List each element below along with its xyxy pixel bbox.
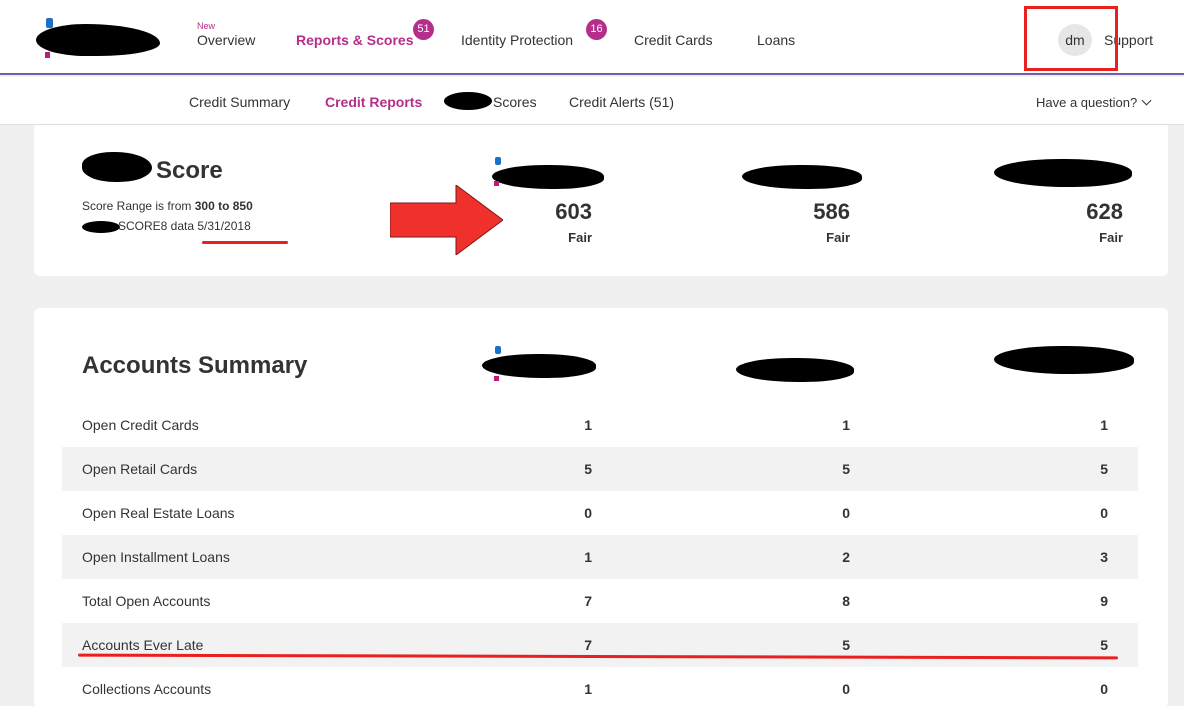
row-value: 7 — [584, 637, 592, 653]
table-row: Open Credit Cards 1 1 1 — [62, 403, 1138, 447]
row-value: 5 — [842, 461, 850, 477]
annotation-highlight-box — [1024, 6, 1118, 71]
row-label: Open Real Estate Loans — [82, 505, 235, 521]
row-value: 0 — [842, 505, 850, 521]
row-label: Open Installment Loans — [82, 549, 230, 565]
bureau-1-rating: Fair — [568, 230, 592, 245]
redaction-blot — [82, 152, 152, 182]
row-value: 5 — [584, 461, 592, 477]
row-value: 8 — [842, 593, 850, 609]
table-row: Total Open Accounts 7 8 9 — [62, 579, 1138, 623]
row-value: 1 — [584, 417, 592, 433]
logo-accent — [46, 18, 53, 28]
bureau-2-score: 586 — [813, 199, 850, 224]
row-value: 5 — [1100, 637, 1108, 653]
tab-credit-reports[interactable]: Credit Reports — [325, 94, 422, 110]
row-value: 5 — [842, 637, 850, 653]
score-data-date: SCORE8 data 5/31/2018 — [118, 219, 251, 233]
tab-credit-alerts[interactable]: Credit Alerts (51) — [569, 94, 674, 110]
bureau-logo-redacted — [742, 165, 862, 189]
score-range-prefix: Score Range is from — [82, 199, 195, 213]
redaction-blot — [444, 92, 492, 110]
score-range-value: 300 to 850 — [194, 199, 253, 213]
nav-credit-cards[interactable]: Credit Cards — [634, 32, 713, 48]
bureau-1-score: 603 — [555, 199, 592, 224]
identity-count-badge: 16 — [586, 19, 607, 40]
bureau-2-rating: Fair — [826, 230, 850, 245]
row-value: 0 — [842, 681, 850, 697]
bureau-logo-redacted — [492, 165, 604, 189]
brand-logo-redacted[interactable] — [36, 24, 160, 56]
accounts-summary-card: Accounts Summary Open Credit Cards 1 1 1… — [34, 308, 1168, 706]
row-value: 1 — [584, 681, 592, 697]
row-value: 0 — [1100, 681, 1108, 697]
sub-nav: Credit Summary Credit Reports Scores Cre… — [0, 77, 1184, 125]
have-question-label: Have a question? — [1036, 95, 1138, 110]
row-label: Collections Accounts — [82, 681, 212, 697]
bureau-logo-accent — [495, 346, 501, 354]
row-value: 5 — [1100, 461, 1108, 477]
score-card: Score Score Range is from 300 to 850 SCO… — [34, 125, 1168, 276]
table-row: Open Installment Loans 1 2 3 — [62, 535, 1138, 579]
table-row: Accounts Ever Late 7 5 5 — [62, 623, 1138, 667]
row-value: 2 — [842, 549, 850, 565]
row-value: 1 — [1100, 417, 1108, 433]
row-value: 3 — [1100, 549, 1108, 565]
bureau-logo-redacted — [482, 354, 596, 378]
table-row: Open Real Estate Loans 0 0 0 — [62, 491, 1138, 535]
bureau-logo-redacted — [736, 358, 854, 382]
row-value: 1 — [584, 549, 592, 565]
bureau-logo-accent — [495, 157, 501, 165]
annotation-arrow-icon — [390, 185, 503, 255]
nav-identity-protection[interactable]: Identity Protection — [461, 32, 573, 48]
bureau-logo-redacted — [994, 159, 1132, 187]
new-tag: New — [197, 21, 216, 31]
nav-reports-scores[interactable]: Reports & Scores — [296, 32, 413, 48]
redaction-blot — [82, 221, 120, 233]
row-value: 0 — [584, 505, 592, 521]
bureau-3-rating: Fair — [1099, 230, 1123, 245]
row-label: Open Retail Cards — [82, 461, 198, 477]
score-card-title: Score — [156, 157, 223, 184]
logo-accent — [45, 52, 50, 58]
table-row: Collections Accounts 1 0 0 — [62, 667, 1138, 706]
row-value: 7 — [584, 593, 592, 609]
nav-overview[interactable]: Overview — [197, 32, 255, 48]
bureau-logo-accent — [494, 376, 499, 381]
row-value: 1 — [842, 417, 850, 433]
score-range: Score Range is from 300 to 850 — [82, 199, 253, 213]
row-label: Total Open Accounts — [82, 593, 211, 609]
row-value: 9 — [1100, 593, 1108, 609]
tab-credit-summary[interactable]: Credit Summary — [189, 94, 290, 110]
nav-loans[interactable]: Loans — [757, 32, 795, 48]
accounts-summary-title: Accounts Summary — [82, 352, 308, 379]
reports-count-badge: 51 — [413, 19, 434, 40]
bureau-3-score: 628 — [1086, 199, 1123, 224]
bureau-logo-redacted — [994, 346, 1134, 374]
annotation-underline — [202, 241, 288, 244]
table-row: Open Retail Cards 5 5 5 — [62, 447, 1138, 491]
row-value: 0 — [1100, 505, 1108, 521]
row-label: Open Credit Cards — [82, 417, 199, 433]
tab-scores[interactable]: Scores — [493, 94, 537, 110]
chevron-down-icon — [1141, 95, 1152, 106]
have-question-dropdown[interactable]: Have a question? — [1036, 95, 1152, 110]
top-nav: New Overview Reports & Scores 51 Identit… — [0, 0, 1184, 75]
row-label: Accounts Ever Late — [82, 637, 204, 653]
